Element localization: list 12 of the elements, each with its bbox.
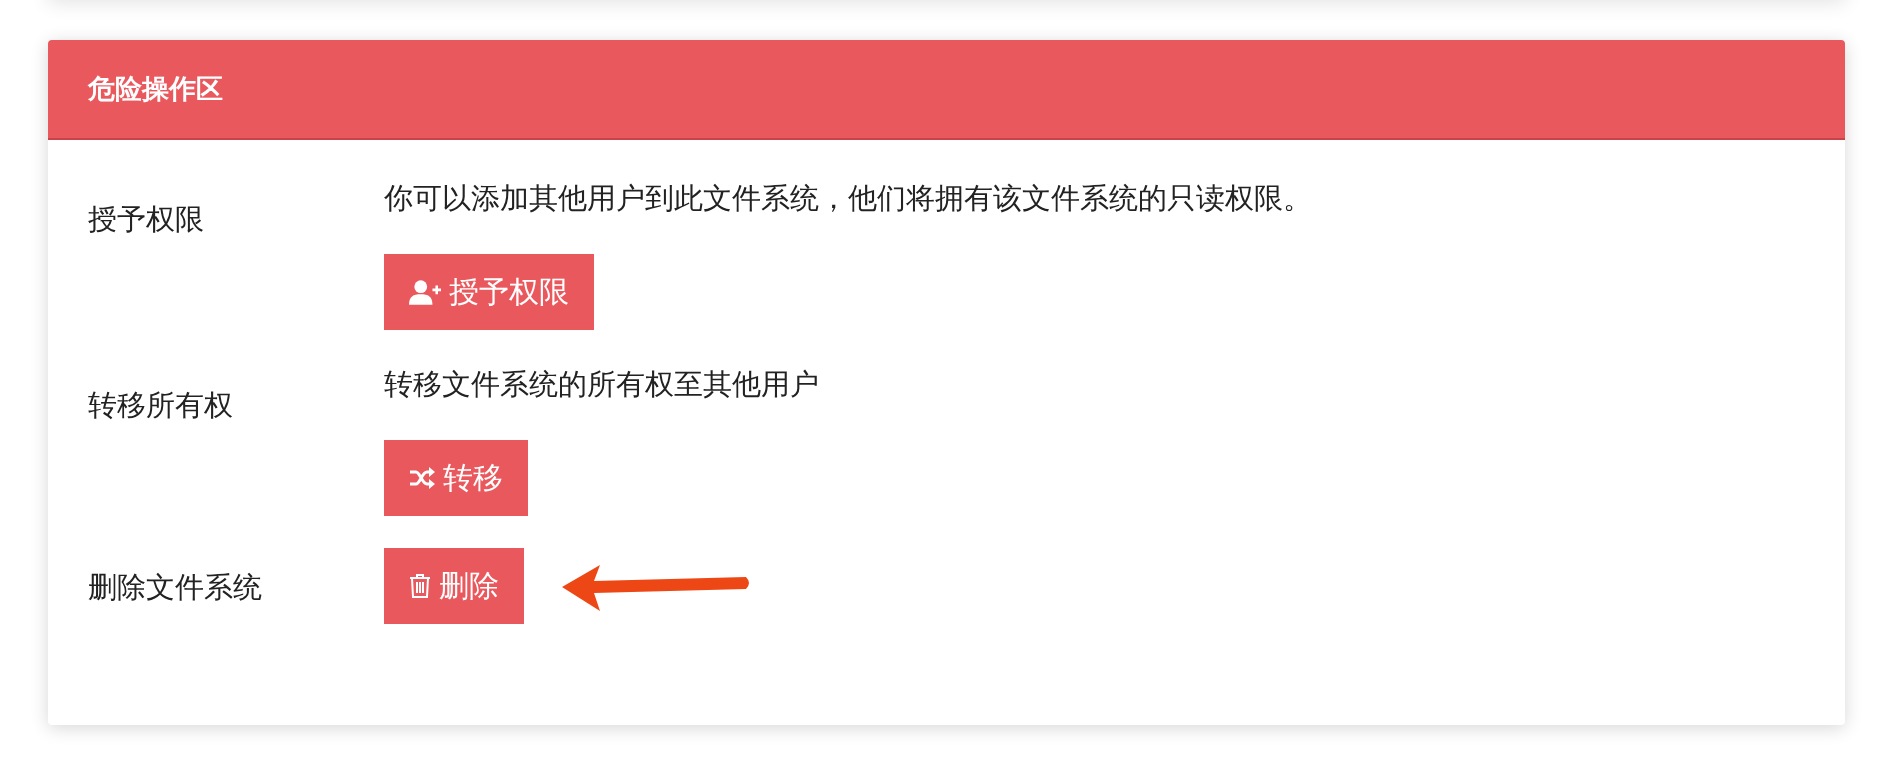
row-label: 授予权限 (88, 202, 204, 236)
row-description: 转移文件系统的所有权至其他用户 (384, 366, 820, 403)
action-button[interactable]: 转移 (384, 440, 528, 516)
shuffle-icon (409, 467, 435, 489)
user-plus-icon (409, 279, 441, 305)
row-label: 转移所有权 (88, 388, 233, 422)
action-button[interactable]: 授予权限 (384, 254, 594, 330)
row-description: 你可以添加其他用户到此文件系统，他们将拥有该文件系统的只读权限。 (384, 180, 1313, 217)
action-button[interactable]: 删除 (384, 548, 524, 624)
trash-icon (409, 573, 431, 599)
row-label: 删除文件系统 (88, 570, 262, 604)
panel-title: 危险操作区 (88, 72, 223, 106)
